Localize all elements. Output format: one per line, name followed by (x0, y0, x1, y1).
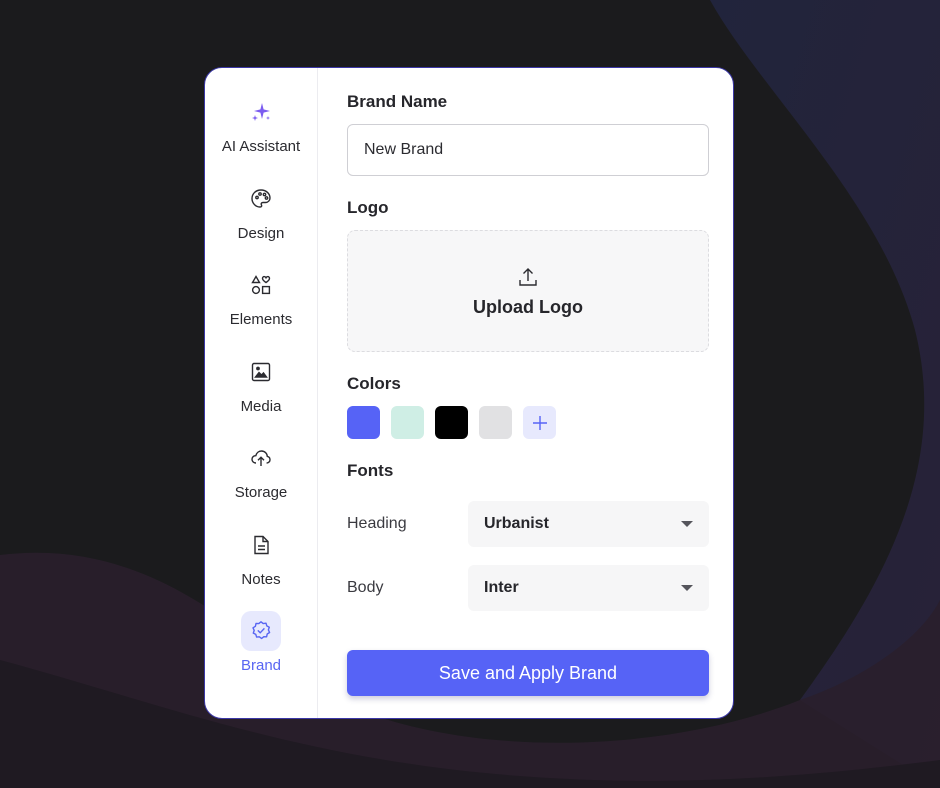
shapes-icon (241, 265, 281, 305)
sidebar-item-storage[interactable]: Storage (205, 438, 317, 525)
logo-title: Logo (347, 198, 389, 217)
sidebar-item-notes[interactable]: Notes (205, 525, 317, 612)
sidebar-item-label: Storage (234, 484, 288, 501)
color-swatch[interactable] (479, 406, 512, 439)
colors-title: Colors (347, 374, 401, 393)
sidebar-item-media[interactable]: Media (205, 352, 317, 439)
chevron-down-icon (681, 585, 693, 591)
font-row-heading: Heading Urbanist (347, 501, 709, 547)
select-value: Inter (484, 579, 519, 596)
brand-name-title: Brand Name (347, 92, 448, 111)
sidebar-item-design[interactable]: Design (205, 179, 317, 266)
brand-panel: AI Assistant Design Elements Media Stora… (204, 67, 734, 719)
color-swatch[interactable] (435, 406, 468, 439)
body-font-select[interactable]: Inter (468, 565, 709, 611)
sidebar-item-label: Brand (240, 657, 282, 674)
sidebar-item-ai-assistant[interactable]: AI Assistant (205, 92, 317, 179)
color-swatch[interactable] (391, 406, 424, 439)
brand-form: Brand Name Logo Upload Logo Colors Fonts… (318, 68, 733, 718)
sidebar-item-elements[interactable]: Elements (205, 265, 317, 352)
sidebar: AI Assistant Design Elements Media Stora… (205, 68, 318, 718)
cloud-upload-icon (241, 438, 281, 478)
save-and-apply-button[interactable]: Save and Apply Brand (347, 650, 709, 696)
chevron-down-icon (681, 521, 693, 527)
color-swatches (347, 406, 709, 439)
color-swatch[interactable] (347, 406, 380, 439)
sidebar-item-brand[interactable]: Brand (205, 611, 317, 698)
font-label: Body (347, 579, 384, 596)
badge-check-icon (241, 611, 281, 651)
sidebar-item-label: Media (240, 397, 282, 415)
document-icon (241, 525, 281, 565)
sidebar-item-label: Notes (241, 570, 281, 588)
image-icon (241, 352, 281, 392)
sparkle-icon (241, 92, 281, 132)
palette-icon (241, 179, 281, 219)
sidebar-item-label: AI Assistant (221, 138, 301, 155)
sidebar-item-label: Elements (229, 311, 293, 328)
upload-icon (519, 267, 537, 286)
upload-logo-label: Upload Logo (473, 296, 583, 317)
heading-font-select[interactable]: Urbanist (468, 501, 709, 547)
select-value: Urbanist (484, 515, 549, 532)
brand-name-input[interactable] (347, 124, 709, 176)
add-color-button[interactable] (523, 406, 556, 439)
fonts-title: Fonts (347, 461, 394, 480)
font-label: Heading (347, 515, 407, 532)
plus-icon (532, 415, 547, 430)
font-row-body: Body Inter (347, 565, 709, 611)
sidebar-item-label: Design (237, 224, 285, 242)
upload-logo-dropzone[interactable]: Upload Logo (347, 230, 709, 352)
